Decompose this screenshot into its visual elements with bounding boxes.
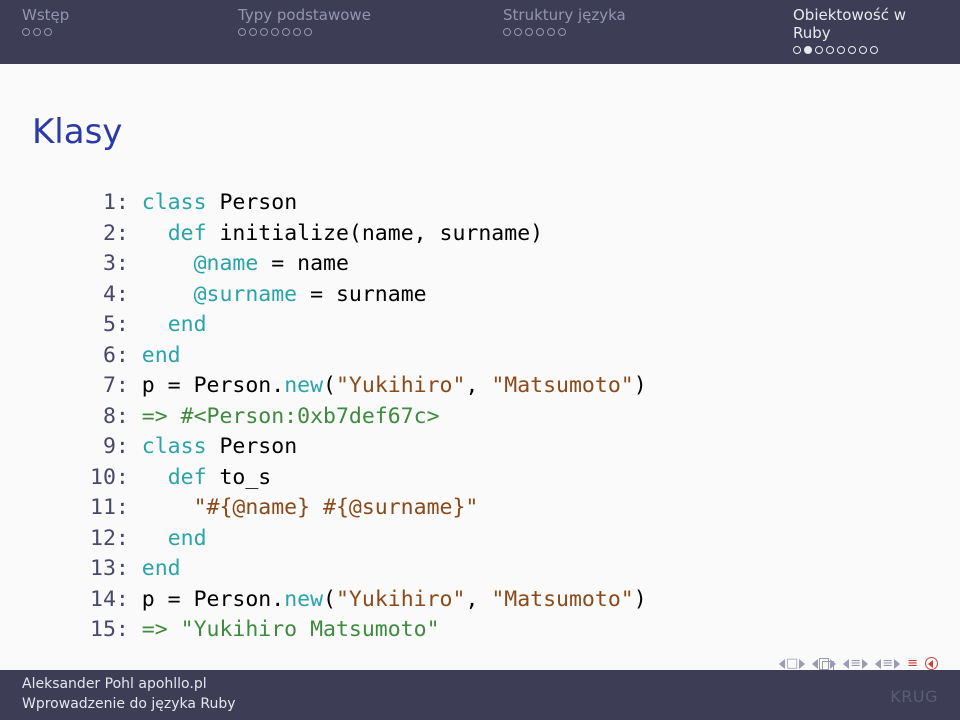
progress-dots <box>793 46 938 54</box>
footer-logo: KRUG <box>890 687 938 706</box>
header-label: Struktury języka <box>503 6 793 24</box>
header-section-obiektowosc[interactable]: Obiektowość w Ruby <box>793 6 938 54</box>
slide-footer: Aleksander Pohl apohllo.pl Wprowadzenie … <box>0 670 960 720</box>
nav-next-sub[interactable]: ≡ <box>875 657 900 670</box>
code-block: 1: class Person 2: def initialize(name, … <box>32 188 928 646</box>
progress-dots <box>238 28 503 36</box>
progress-dots <box>22 28 238 36</box>
header-label: Wstęp <box>22 6 238 24</box>
header-section-wstep[interactable]: Wstęp <box>22 6 238 54</box>
footer-subtitle: Wprowadzenie do języka Ruby <box>22 696 938 712</box>
nav-prev-sub[interactable]: ≡ <box>843 657 868 670</box>
header-section-typy[interactable]: Typy podstawowe <box>238 6 503 54</box>
beamer-nav: □ ≡ ≡ ≡ <box>779 657 938 670</box>
header-label: Typy podstawowe <box>238 6 503 24</box>
slide-header: Wstęp Typy podstawowe Struktury języka O… <box>0 0 960 64</box>
progress-dots <box>503 28 793 36</box>
header-label: Obiektowość w Ruby <box>793 6 938 42</box>
nav-sep-icon: ≡ <box>907 657 918 670</box>
slide-title: Klasy <box>32 112 928 152</box>
nav-prev-frame[interactable] <box>812 658 836 670</box>
nav-back-icon[interactable] <box>925 657 938 670</box>
footer-author: Aleksander Pohl apohllo.pl <box>22 676 938 692</box>
nav-prev-slide[interactable]: □ <box>779 657 805 670</box>
header-section-struktury[interactable]: Struktury języka <box>503 6 793 54</box>
slide-content: Klasy 1: class Person 2: def initialize(… <box>0 64 960 646</box>
